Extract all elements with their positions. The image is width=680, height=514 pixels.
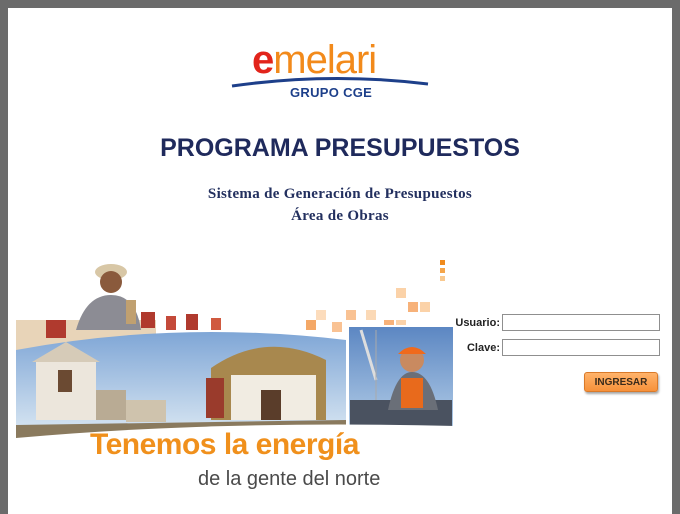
page-title: PROGRAMA PRESUPUESTOS <box>160 134 520 162</box>
password-input[interactable] <box>502 339 660 356</box>
username-label: Usuario: <box>455 317 500 329</box>
password-row: Clave: <box>448 339 668 359</box>
password-label: Clave: <box>466 342 500 354</box>
subtitle-line-2: Área de Obras <box>291 208 389 224</box>
logo-subtitle: GRUPO CGE <box>290 85 373 100</box>
worker-photo <box>347 325 455 437</box>
login-button[interactable]: INGRESAR <box>584 372 658 392</box>
login-page: emelari GRUPO CGE PROGRAMA PRESUPUESTOS … <box>8 8 672 514</box>
subtitle-line-1: Sistema de Generación de Presupuestos <box>207 186 473 202</box>
page-subtitle: Sistema de Generación de Presupuestos Ár… <box>8 183 672 227</box>
tagline-main: Tenemos la energía <box>90 428 359 461</box>
username-input[interactable] <box>502 314 660 331</box>
tagline-sub: de la gente del norte <box>198 468 381 490</box>
username-row: Usuario: <box>448 314 668 334</box>
decorative-squares <box>306 260 445 332</box>
company-logo: emelari GRUPO CGE <box>230 38 430 108</box>
